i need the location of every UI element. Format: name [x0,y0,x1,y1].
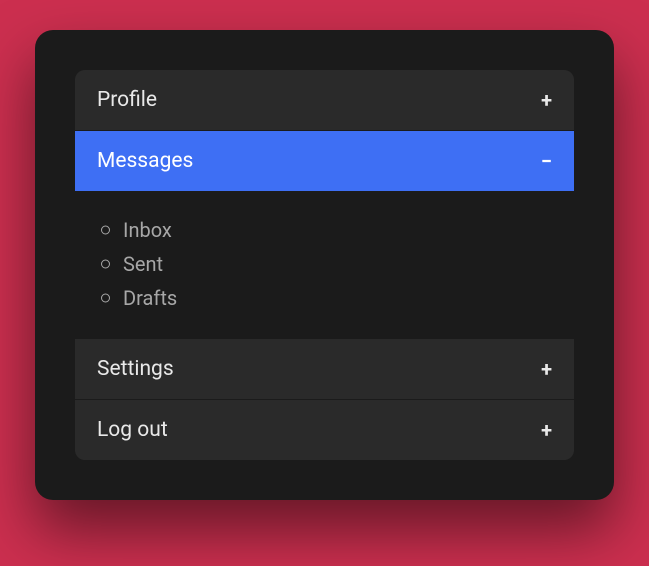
accordion: Profile + Messages − Inbox Sent Drafts S… [75,70,574,460]
accordion-item-settings: Settings + [75,339,574,400]
accordion-header-logout[interactable]: Log out + [75,400,574,460]
menu-panel: Profile + Messages − Inbox Sent Drafts S… [35,30,614,500]
accordion-label: Log out [97,418,168,442]
minus-icon: − [541,151,552,171]
accordion-header-settings[interactable]: Settings + [75,339,574,400]
accordion-label: Profile [97,88,157,112]
accordion-header-profile[interactable]: Profile + [75,70,574,131]
plus-icon: + [541,359,552,379]
submenu-item-sent[interactable]: Sent [95,247,554,281]
accordion-item-messages: Messages − Inbox Sent Drafts [75,131,574,339]
accordion-item-logout: Log out + [75,400,574,460]
accordion-item-profile: Profile + [75,70,574,131]
accordion-body-messages: Inbox Sent Drafts [75,191,574,339]
plus-icon: + [541,420,552,440]
accordion-header-messages[interactable]: Messages − [75,131,574,191]
submenu-item-drafts[interactable]: Drafts [95,281,554,315]
submenu-list: Inbox Sent Drafts [95,213,554,315]
accordion-label: Messages [97,149,193,173]
submenu-item-inbox[interactable]: Inbox [95,213,554,247]
plus-icon: + [541,90,552,110]
accordion-label: Settings [97,357,174,381]
